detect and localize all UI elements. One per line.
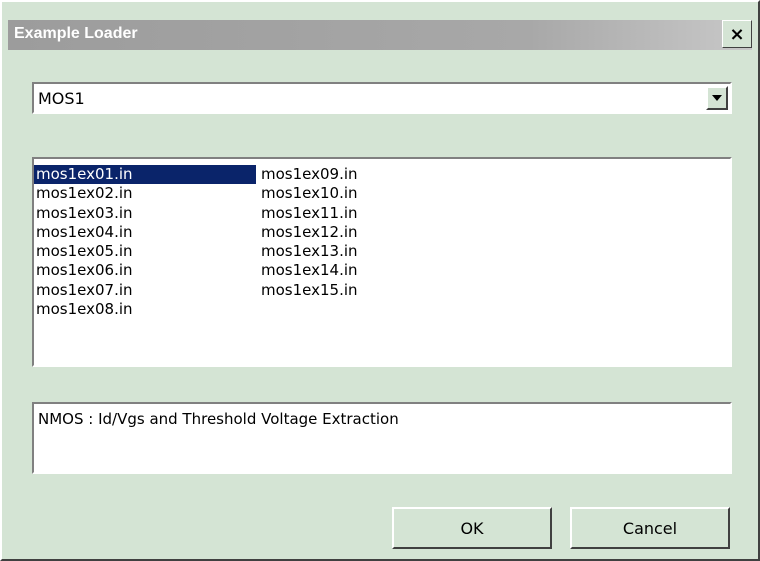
- list-item[interactable]: mos1ex06.in: [34, 261, 256, 280]
- list-item[interactable]: mos1ex13.in: [259, 242, 358, 261]
- list-item[interactable]: mos1ex03.in: [34, 204, 256, 223]
- list-item[interactable]: mos1ex14.in: [259, 261, 358, 280]
- cancel-button[interactable]: Cancel: [570, 507, 730, 549]
- list-item[interactable]: mos1ex11.in: [259, 204, 358, 223]
- category-select-value: MOS1: [38, 89, 85, 108]
- list-item[interactable]: mos1ex01.in: [34, 165, 256, 185]
- chevron-down-icon: [712, 95, 722, 101]
- dropdown-button[interactable]: [706, 86, 728, 110]
- list-column-2: mos1ex09.in mos1ex10.in mos1ex11.in mos1ex1…: [259, 165, 358, 300]
- example-loader-dialog: Example Loader × MOS1 mos1ex01.in mos1ex0…: [0, 0, 760, 561]
- description-text: NMOS : Id/Vgs and Threshold Voltage Extr…: [38, 410, 399, 428]
- list-item[interactable]: mos1ex05.in: [34, 242, 256, 261]
- list-column-1: mos1ex01.in mos1ex02.in mos1ex03.in mos1ex0…: [34, 165, 256, 319]
- close-icon: ×: [729, 23, 745, 45]
- list-item[interactable]: mos1ex08.in: [34, 300, 256, 319]
- ok-button[interactable]: OK: [392, 507, 552, 549]
- list-item[interactable]: mos1ex12.in: [259, 223, 358, 242]
- list-item[interactable]: mos1ex10.in: [259, 184, 358, 203]
- list-item[interactable]: mos1ex02.in: [34, 184, 256, 203]
- close-button[interactable]: ×: [722, 20, 752, 48]
- list-item[interactable]: mos1ex04.in: [34, 223, 256, 242]
- description-box: NMOS : Id/Vgs and Threshold Voltage Extr…: [32, 402, 732, 474]
- window-title: Example Loader: [14, 25, 138, 42]
- category-select[interactable]: MOS1: [32, 82, 732, 114]
- list-item[interactable]: mos1ex07.in: [34, 281, 256, 300]
- examples-listbox[interactable]: mos1ex01.in mos1ex02.in mos1ex03.in mos1ex0…: [32, 157, 732, 367]
- list-item[interactable]: mos1ex15.in: [259, 281, 358, 300]
- list-item[interactable]: mos1ex09.in: [259, 165, 358, 184]
- title-bar[interactable]: Example Loader ×: [8, 20, 752, 50]
